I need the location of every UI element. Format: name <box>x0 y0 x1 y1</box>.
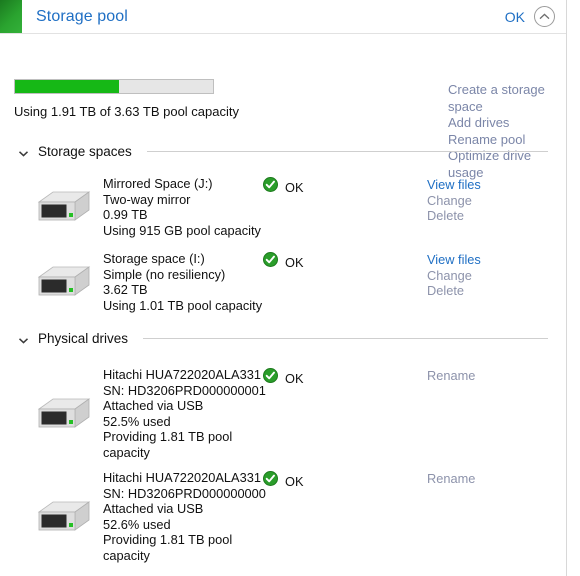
item-action-link: Rename <box>427 368 476 383</box>
status-text: OK <box>285 370 304 386</box>
section-divider <box>146 151 548 152</box>
item-action-link: Delete <box>427 208 464 223</box>
item-detail-line: Two-way mirror <box>103 191 191 207</box>
drive-icon <box>36 265 92 299</box>
item-detail-line: Hitachi HUA722020ALA331 <box>103 367 261 382</box>
chevron-down-icon[interactable] <box>18 333 29 344</box>
item-detail-line: Simple (no resiliency) <box>103 266 226 282</box>
item-action-link: Change <box>427 267 472 283</box>
panel-header: Storage pool OK <box>0 0 566 34</box>
status-badge: OK <box>263 177 304 197</box>
pool-actions-list: Create a storage space Add drives Rename p… <box>448 82 563 181</box>
storage-space-row[interactable]: Mirrored Space (J:) Two-way mirror 0.99 TB… <box>0 176 566 238</box>
item-detail-line: Storage space (I:) <box>103 251 205 266</box>
item-detail-line: Providing 1.81 TB pool capacity <box>103 429 233 460</box>
check-circle-icon <box>263 368 278 388</box>
item-detail-line: 52.5% used <box>103 413 171 429</box>
pool-capacity-text: Using 1.91 TB of 3.63 TB pool capacity <box>14 104 239 119</box>
item-actions-list: View files Change Delete <box>427 252 481 299</box>
chevron-up-icon <box>539 13 550 21</box>
status-badge: OK <box>263 368 304 388</box>
check-circle-icon <box>263 177 278 197</box>
item-action-link: Change <box>427 192 472 208</box>
section-header-physical-drives[interactable]: Physical drives <box>0 331 566 346</box>
item-actions-list: View files Change Delete <box>427 177 481 224</box>
storage-pool-panel: Storage pool OK Using 1.91 TB of 3.63 TB… <box>0 0 567 576</box>
item-detail-line: SN: HD3206PRD000000001 <box>103 382 266 398</box>
item-detail-line: Using 1.01 TB pool capacity <box>103 297 263 313</box>
item-detail-line: 3.62 TB <box>103 282 148 297</box>
pool-action-link: Add drives <box>448 115 510 130</box>
section-label: Physical drives <box>38 331 129 346</box>
status-badge: OK <box>263 471 304 491</box>
pool-summary: Using 1.91 TB of 3.63 TB pool capacity C… <box>0 34 566 180</box>
status-text: OK <box>285 179 304 195</box>
section-header-storage-spaces[interactable]: Storage spaces <box>0 144 566 159</box>
pool-action-link: Create a storage space <box>448 82 545 114</box>
item-action-link: Rename <box>427 471 476 486</box>
drive-icon <box>36 500 92 534</box>
item-detail-line: 0.99 TB <box>103 207 148 222</box>
check-circle-icon <box>263 471 278 491</box>
item-actions-list: Rename <box>427 471 475 487</box>
item-details: Mirrored Space (J:) Two-way mirror 0.99 TB… <box>103 176 275 238</box>
item-detail-line: Hitachi HUA722020ALA331 <box>103 470 261 485</box>
item-action-link: Delete <box>427 283 464 298</box>
storage-space-row[interactable]: Storage space (I:) Simple (no resiliency)… <box>0 251 566 313</box>
header-actions: OK <box>505 6 566 27</box>
collapse-button[interactable] <box>534 6 555 27</box>
check-circle-icon <box>263 252 278 272</box>
item-action-link[interactable]: View files <box>427 177 481 193</box>
section-divider <box>143 338 548 339</box>
status-badge: OK <box>263 252 304 272</box>
item-details: Storage space (I:) Simple (no resiliency)… <box>103 251 275 313</box>
pool-capacity-bar <box>14 79 214 94</box>
item-detail-line: 52.6% used <box>103 516 171 532</box>
chevron-down-icon[interactable] <box>18 146 29 157</box>
ok-button[interactable]: OK <box>505 9 525 25</box>
physical-drive-row[interactable]: Hitachi HUA722020ALA331 SN: HD3206PRD0000… <box>0 470 566 563</box>
item-detail-line: Providing 1.81 TB pool capacity <box>103 532 233 563</box>
item-detail-line: Attached via USB <box>103 501 204 516</box>
item-action-link[interactable]: View files <box>427 252 481 268</box>
item-details: Hitachi HUA722020ALA331 SN: HD3206PRD0000… <box>103 367 275 460</box>
pool-capacity-fill <box>15 80 120 93</box>
drive-icon <box>36 190 92 224</box>
header-accent-block <box>0 0 22 33</box>
status-text: OK <box>285 473 304 489</box>
page-title: Storage pool <box>36 7 128 25</box>
item-actions-list: Rename <box>427 368 475 384</box>
item-detail-line: SN: HD3206PRD000000000 <box>103 485 266 501</box>
item-detail-line: Attached via USB <box>103 398 204 413</box>
status-text: OK <box>285 254 304 270</box>
drive-icon <box>36 397 92 431</box>
physical-drive-row[interactable]: Hitachi HUA722020ALA331 SN: HD3206PRD0000… <box>0 367 566 460</box>
item-details: Hitachi HUA722020ALA331 SN: HD3206PRD0000… <box>103 470 275 563</box>
section-label: Storage spaces <box>38 144 132 159</box>
item-detail-line: Using 915 GB pool capacity <box>103 222 261 238</box>
item-detail-line: Mirrored Space (J:) <box>103 176 213 191</box>
